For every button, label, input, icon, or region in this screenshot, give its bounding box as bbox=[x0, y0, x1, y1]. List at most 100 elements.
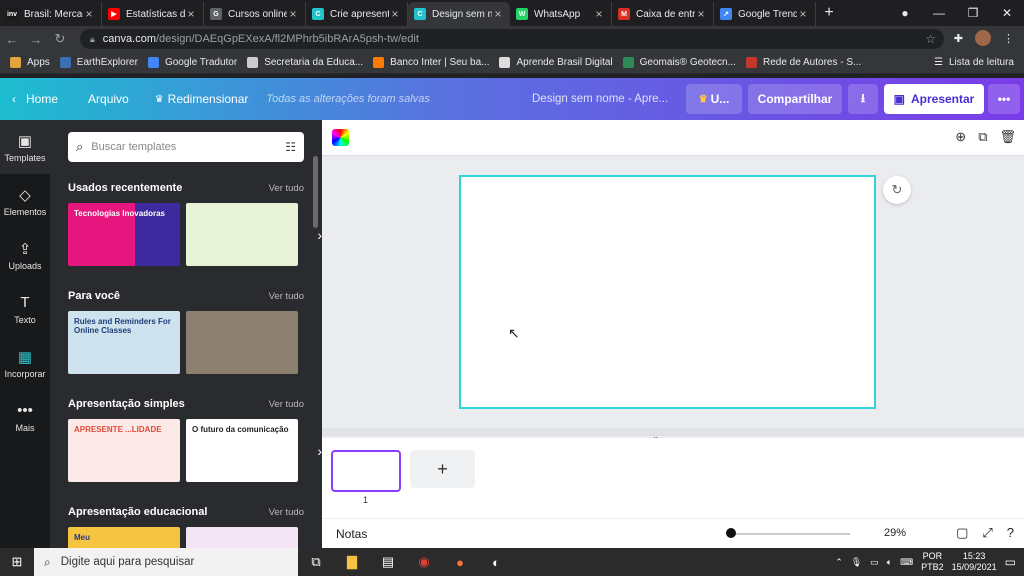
forward-icon[interactable]: → bbox=[24, 32, 48, 47]
horizontal-scrollbar[interactable] bbox=[322, 428, 1024, 436]
share-button[interactable]: Compartilhar bbox=[748, 84, 842, 114]
see-all-link[interactable]: Ver tudo bbox=[269, 183, 304, 194]
zoom-value[interactable]: 29% bbox=[884, 527, 906, 539]
browser-tab[interactable]: ↗ Google Trend × bbox=[714, 2, 816, 26]
volume-icon[interactable]: 🔈︎ bbox=[887, 557, 892, 568]
bookmark-star-icon[interactable]: ☆ bbox=[925, 32, 936, 46]
file-menu[interactable]: Arquivo bbox=[88, 92, 129, 106]
rail-item-mais[interactable]: ••• Mais bbox=[0, 390, 50, 444]
reload-icon[interactable]: ↻ bbox=[48, 31, 72, 47]
taskbar-search[interactable]: ⌕ Digite aqui para pesquisar bbox=[34, 548, 298, 576]
zoom-slider-knob[interactable] bbox=[726, 528, 736, 538]
home-button[interactable]: ‹ Home bbox=[12, 92, 58, 106]
template-thumbnail[interactable] bbox=[186, 203, 298, 266]
folder-icon[interactable]: ▇ bbox=[334, 548, 370, 576]
filter-icon[interactable]: ☷ bbox=[285, 140, 296, 154]
template-thumbnail[interactable]: APRESENTE ...LIDADE bbox=[68, 419, 180, 482]
bookmark-item[interactable]: Rede de Autores - S... bbox=[745, 57, 861, 68]
photos-icon[interactable]: ▤ bbox=[370, 548, 406, 576]
template-thumbnail[interactable]: Meu bbox=[68, 527, 180, 548]
close-tab-icon[interactable]: × bbox=[695, 7, 707, 21]
bookmark-item[interactable]: Google Tradutor bbox=[147, 57, 237, 68]
bookmark-item[interactable]: Banco Inter | Seu ba... bbox=[373, 57, 489, 68]
present-button[interactable]: ▣ Apresentar bbox=[884, 84, 984, 114]
close-tab-icon[interactable]: × bbox=[492, 7, 504, 21]
close-window-button[interactable]: ✕ bbox=[990, 6, 1024, 20]
bookmark-item[interactable]: Secretaria da Educa... bbox=[247, 57, 363, 68]
resize-button[interactable]: ♛ Redimensionar bbox=[155, 92, 249, 106]
new-tab-button[interactable]: + bbox=[816, 2, 842, 26]
template-thumbnail[interactable] bbox=[186, 527, 298, 548]
add-page-button[interactable]: + bbox=[410, 450, 475, 488]
design-name[interactable]: Design sem nome - Apre... bbox=[532, 93, 668, 105]
more-button[interactable]: ••• bbox=[988, 84, 1020, 114]
color-picker-icon[interactable] bbox=[332, 129, 349, 146]
windows-start-icon[interactable]: ⊞ bbox=[0, 554, 34, 570]
browser-tab[interactable]: G Cursos online × bbox=[204, 2, 306, 26]
refresh-icon[interactable]: ↻ bbox=[883, 176, 911, 204]
firefox-icon[interactable]: ● bbox=[442, 548, 478, 576]
close-tab-icon[interactable]: × bbox=[185, 7, 197, 21]
duplicate-page-icon[interactable]: ⧉ bbox=[978, 129, 987, 145]
browser-tab[interactable]: C Design sem n × bbox=[408, 2, 510, 26]
profile-icon[interactable]: ● bbox=[888, 6, 922, 20]
rail-item-templates[interactable]: ▣ Templates bbox=[0, 120, 50, 174]
template-thumbnail[interactable]: Tecnologias Inovadoras bbox=[68, 203, 180, 266]
menu-icon[interactable]: ⋮ bbox=[1003, 32, 1014, 45]
template-thumbnail[interactable] bbox=[186, 311, 298, 374]
close-tab-icon[interactable]: × bbox=[389, 7, 401, 21]
chevron-up-icon[interactable]: ⌃ bbox=[835, 557, 843, 568]
close-tab-icon[interactable]: × bbox=[287, 7, 299, 21]
obs-icon[interactable]: ◐ bbox=[478, 548, 514, 576]
bookmark-item[interactable]: Apps bbox=[10, 57, 50, 68]
extensions-icon[interactable]: ✚ bbox=[954, 32, 963, 45]
search-input[interactable]: ⌕ Buscar templates ☷ bbox=[68, 132, 304, 162]
url-field[interactable]: 🔒︎ canva.com /design/DAEqGpEXexA/fl2MPhr… bbox=[80, 29, 944, 49]
download-button[interactable]: ⭳ bbox=[848, 84, 878, 114]
notes-button[interactable]: Notas bbox=[336, 527, 367, 541]
keyboard-icon[interactable]: ⌨ bbox=[900, 557, 913, 568]
browser-tab[interactable]: M Caixa de entr × bbox=[612, 2, 714, 26]
see-all-link[interactable]: Ver tudo bbox=[269, 399, 304, 410]
bookmark-item[interactable]: Geomais® Geotecn... bbox=[622, 57, 736, 68]
browser-tab[interactable]: inv Brasil: Mercad × bbox=[0, 2, 102, 26]
rail-item-elementos[interactable]: ◇ Elementos bbox=[0, 174, 50, 228]
clock[interactable]: 15:23 15/09/2021 bbox=[952, 551, 997, 573]
template-thumbnail[interactable]: Rules and Reminders For Online Classes bbox=[68, 311, 180, 374]
avatar[interactable] bbox=[975, 30, 991, 46]
delete-page-icon[interactable]: 🗑︎ bbox=[999, 129, 1016, 145]
design-page[interactable] bbox=[459, 175, 876, 409]
zoom-slider[interactable] bbox=[730, 533, 850, 535]
add-page-icon[interactable]: ⊕ bbox=[955, 129, 966, 145]
bookmark-item[interactable]: Aprende Brasil Digital bbox=[499, 57, 613, 68]
rail-item-texto[interactable]: T Texto bbox=[0, 282, 50, 336]
chrome-icon[interactable]: ◉ bbox=[406, 548, 442, 576]
close-tab-icon[interactable]: × bbox=[83, 7, 95, 21]
network-icon[interactable]: ▭ bbox=[870, 557, 879, 568]
language-indicator[interactable]: POR PTB2 bbox=[921, 551, 944, 573]
upgrade-button[interactable]: ♛ U... bbox=[686, 84, 742, 114]
help-icon[interactable]: ? bbox=[1007, 525, 1014, 541]
bookmark-item[interactable]: EarthExplorer bbox=[59, 57, 138, 68]
page-thumbnail[interactable] bbox=[331, 450, 401, 492]
task-view-icon[interactable]: ⧉ bbox=[298, 548, 334, 576]
page-count-icon[interactable]: ▢ bbox=[956, 525, 968, 541]
see-all-link[interactable]: Ver tudo bbox=[269, 507, 304, 518]
close-tab-icon[interactable]: × bbox=[797, 7, 809, 21]
browser-tab[interactable]: ▶ Estatísticas do × bbox=[102, 2, 204, 26]
back-icon[interactable]: ← bbox=[0, 32, 24, 47]
browser-tab[interactable]: C Crie apresent × bbox=[306, 2, 408, 26]
panel-scrollbar[interactable] bbox=[313, 156, 318, 228]
browser-tab[interactable]: W WhatsApp × bbox=[510, 2, 612, 26]
minimize-button[interactable]: — bbox=[922, 6, 956, 20]
rail-item-incorporar[interactable]: ▦ Incorporar bbox=[0, 336, 50, 390]
close-tab-icon[interactable]: × bbox=[593, 7, 605, 21]
template-thumbnail[interactable]: O futuro da comunicação bbox=[186, 419, 298, 482]
fullscreen-icon[interactable]: ⤢ bbox=[982, 525, 992, 541]
notifications-icon[interactable]: ▭ bbox=[1005, 555, 1016, 569]
restore-button[interactable]: ❐ bbox=[956, 6, 990, 20]
see-all-link[interactable]: Ver tudo bbox=[269, 291, 304, 302]
mic-icon[interactable]: 🎙︎ bbox=[851, 557, 862, 568]
rail-item-uploads[interactable]: ⇪ Uploads bbox=[0, 228, 50, 282]
reading-list[interactable]: ☰ Lista de leitura bbox=[934, 57, 1014, 68]
